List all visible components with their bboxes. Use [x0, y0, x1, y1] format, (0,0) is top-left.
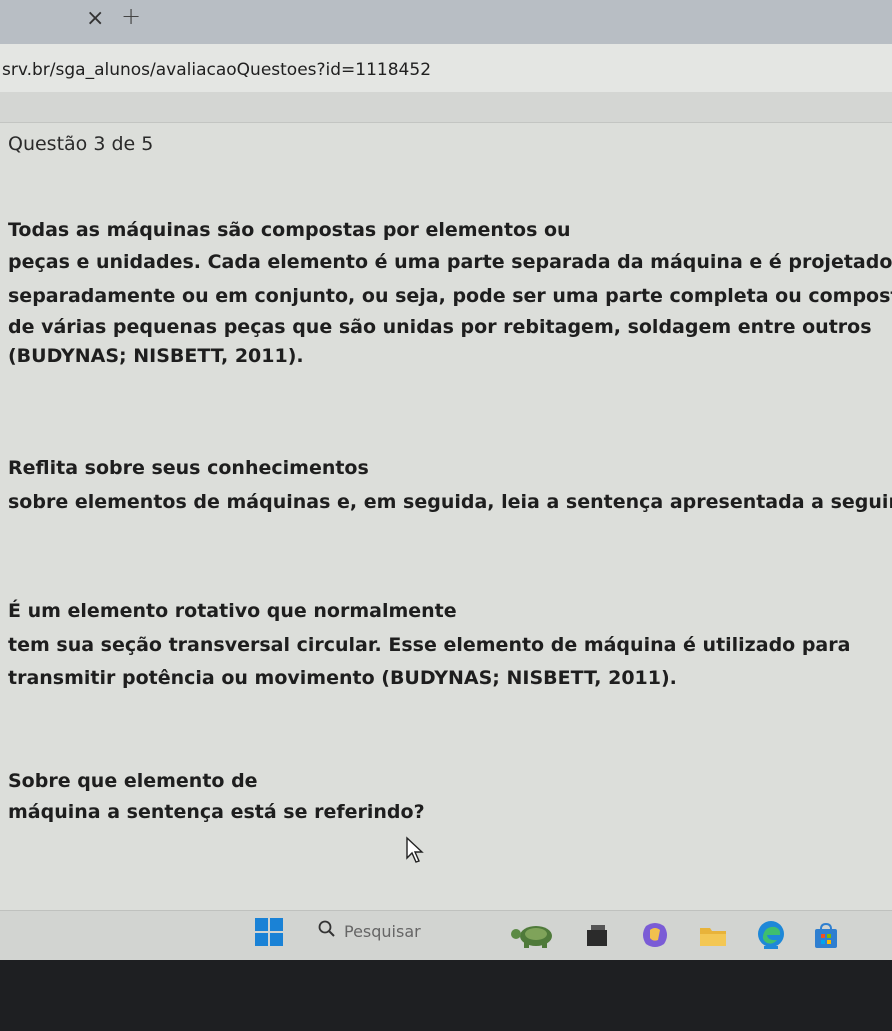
url-text[interactable]: srv.br/sga_alunos/avaliacaoQuestoes?id=1…	[2, 60, 431, 80]
paragraph-line: peças e unidades. Cada elemento é uma pa…	[8, 251, 892, 273]
windows-start-icon[interactable]	[255, 918, 283, 946]
edge-browser-icon[interactable]	[755, 918, 787, 950]
paragraph-line: tem sua seção transversal circular. Esse…	[8, 634, 851, 656]
question-title: Questão 3 de 5	[8, 133, 154, 155]
close-tab-icon[interactable]: ×	[86, 6, 104, 31]
copilot-icon[interactable]	[640, 920, 670, 950]
paragraph-line: É um elemento rotativo que normalmente	[8, 600, 457, 622]
paragraph-line: Todas as máquinas são compostas por elem…	[8, 219, 571, 241]
paragraph-line: transmitir potência ou movimento (BUDYNA…	[8, 667, 677, 689]
browser-tab-bar: × +	[0, 0, 892, 44]
paragraph-line: separadamente ou em conjunto, ou seja, p…	[8, 285, 892, 307]
new-tab-button[interactable]: +	[121, 2, 141, 30]
taskbar-search-box[interactable]: Pesquisar	[308, 917, 488, 947]
file-explorer-icon[interactable]	[698, 922, 728, 948]
store-icon[interactable]	[812, 922, 840, 950]
monitor-bezel	[0, 960, 892, 1031]
turtle-widget-icon[interactable]	[506, 920, 560, 950]
mouse-cursor-icon	[406, 836, 424, 863]
paragraph-line: (BUDYNAS; NISBETT, 2011).	[8, 345, 304, 367]
paragraph-line: sobre elementos de máquinas e, em seguid…	[8, 491, 892, 513]
paragraph-line: Sobre que elemento de	[8, 770, 258, 792]
task-view-icon[interactable]	[585, 922, 609, 948]
paragraph-line: máquina a sentença está se referindo?	[8, 801, 425, 823]
paragraph-line: Reflita sobre seus conhecimentos	[8, 457, 369, 479]
search-label: Pesquisar	[344, 922, 421, 941]
search-icon	[318, 920, 336, 943]
paragraph-line: de várias pequenas peças que são unidas …	[8, 316, 872, 338]
bookmark-bar	[0, 92, 892, 123]
